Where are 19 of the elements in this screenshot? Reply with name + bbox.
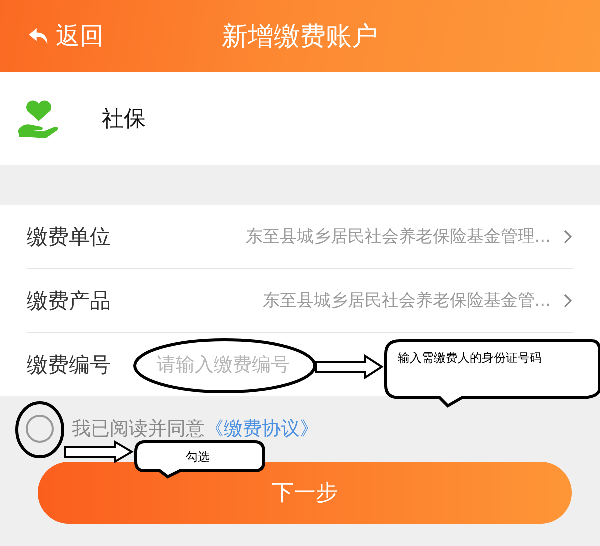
page-title: 新增缴费账户 — [222, 20, 378, 54]
field-value[interactable]: 东至县城乡居民社会养老保险基金管理... — [157, 225, 551, 248]
chevron-right-icon — [563, 292, 573, 308]
annotation-arrow — [64, 440, 134, 464]
field-label: 缴费单位 — [27, 224, 112, 250]
next-button[interactable]: 下一步 — [38, 462, 572, 524]
back-button[interactable]: 返回 — [0, 20, 104, 52]
callout-text: 输入需缴费人的身份证号码 — [398, 350, 542, 367]
field-label: 缴费编号 — [27, 352, 112, 378]
chevron-right-icon — [563, 228, 573, 244]
field-label: 缴费产品 — [27, 288, 112, 314]
agree-checkbox[interactable] — [26, 415, 54, 443]
field-value[interactable]: 东至县城乡居民社会养老保险基金管... — [157, 289, 551, 312]
category-label: 社保 — [102, 106, 146, 134]
agreement-link[interactable]: 《缴费协议》 — [205, 416, 319, 442]
annotation-circle — [16, 402, 64, 458]
agreement-text: 我已阅读并同意 — [72, 417, 205, 442]
input-field[interactable]: 请输入缴费编号 — [157, 354, 293, 376]
annotation-arrow — [315, 354, 384, 380]
